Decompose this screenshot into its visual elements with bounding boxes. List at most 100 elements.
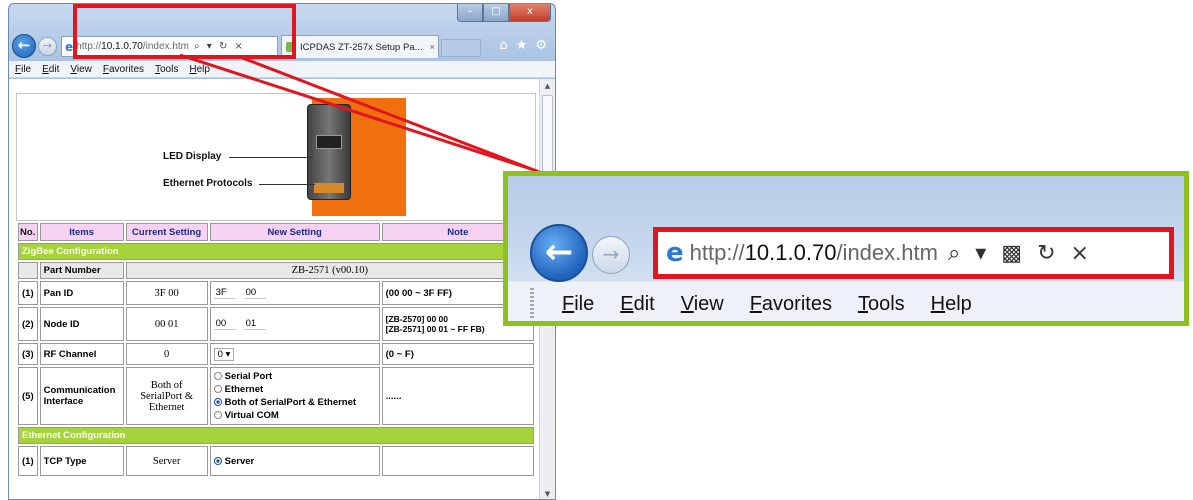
current-line: SerialPort & <box>140 390 194 402</box>
pan-id-high-input[interactable]: 3F <box>213 287 236 299</box>
terminal-block-icon <box>314 183 344 193</box>
settings-gear-icon[interactable]: ⚙ <box>535 38 547 53</box>
row-new: 00 01 <box>209 307 380 341</box>
row-item: TCP Type <box>39 446 124 476</box>
row-current: 00 01 <box>125 307 208 341</box>
row-no: (5) <box>18 367 38 425</box>
radio-both[interactable]: Both of SerialPort & Ethernet <box>213 396 376 409</box>
row-note: ...... <box>381 367 534 425</box>
row-no: (1) <box>18 281 38 305</box>
row-item: Node ID <box>39 307 124 341</box>
node-id-low-input[interactable]: 01 <box>243 318 266 330</box>
node-id-high-input[interactable]: 00 <box>213 318 236 330</box>
zoom-ie-icon: e <box>666 238 684 268</box>
radio-icon <box>213 372 222 380</box>
row-note <box>381 446 534 476</box>
tab-close-icon[interactable]: × <box>429 42 435 53</box>
part-number-value: ZB-2571 (v00.10) <box>125 262 534 279</box>
row-new: Server <box>209 446 380 476</box>
zoom-menu-help: Help <box>930 292 972 315</box>
row-item: RF Channel <box>39 343 124 365</box>
radio-label: Both of SerialPort & Ethernet <box>224 397 357 408</box>
page-content: LED Display Ethernet Protocols No. Items… <box>9 79 539 499</box>
section-zigbee: ZigBee Configuration <box>18 243 534 260</box>
radio-icon <box>213 385 222 393</box>
menu-view[interactable]: View <box>70 64 92 75</box>
close-window-button[interactable]: x <box>509 4 551 22</box>
address-highlight-box <box>73 4 296 59</box>
home-icon[interactable]: ⌂ <box>499 38 507 53</box>
maximize-button[interactable]: □ <box>483 4 509 22</box>
row-no: (2) <box>18 307 38 341</box>
row-item: Pan ID <box>39 281 124 305</box>
config-table: No. Items Current Setting New Setting No… <box>16 221 536 478</box>
col-current: Current Setting <box>125 223 208 241</box>
zoom-menu-edit: Edit <box>620 292 655 315</box>
radio-ethernet[interactable]: Ethernet <box>213 383 376 396</box>
setup-page: LED Display Ethernet Protocols No. Items… <box>16 93 536 478</box>
menu-help[interactable]: Help <box>189 64 210 75</box>
zoom-url-host: 10.1.0.70 <box>744 240 837 265</box>
zoom-menu-file: File <box>562 292 595 315</box>
led-pointer-line <box>229 157 313 158</box>
ethernet-protocols-label: Ethernet Protocols <box>163 178 253 189</box>
col-items: Items <box>39 223 124 241</box>
section-zigbee-title: ZigBee Configuration <box>18 243 534 260</box>
col-new: New Setting <box>209 223 380 241</box>
new-tab-button[interactable] <box>441 39 481 57</box>
device-image <box>307 104 351 200</box>
menu-tools[interactable]: Tools <box>155 64 178 75</box>
row-no: (1) <box>18 446 38 476</box>
row-item: Communication Interface <box>39 367 124 425</box>
section-ethernet-title: Ethernet Configuration <box>18 427 534 444</box>
tab-active[interactable]: ICPDAS ZT-257x Setup Pa... × <box>281 35 439 58</box>
toolbar-icons: ⌂ ★ ⚙ <box>499 38 547 53</box>
favorites-star-icon[interactable]: ★ <box>516 38 528 53</box>
row-current: 3F 00 <box>125 281 208 305</box>
radio-tcp-server[interactable]: Server <box>213 455 376 468</box>
radio-selected-icon <box>213 456 222 465</box>
minimize-button[interactable]: – <box>457 4 483 22</box>
current-line: Ethernet <box>148 401 185 413</box>
row-no: (3) <box>18 343 38 365</box>
forward-button[interactable]: → <box>38 37 57 56</box>
radio-serial-port[interactable]: Serial Port <box>213 370 376 383</box>
menu-file[interactable]: File <box>15 64 31 75</box>
menu-favorites[interactable]: Favorites <box>103 64 144 75</box>
scroll-down-icon[interactable]: ▼ <box>540 487 555 499</box>
zoom-menu-tools: Tools <box>857 292 905 315</box>
pan-id-low-input[interactable]: 00 <box>243 287 266 299</box>
radio-virtual-com[interactable]: Virtual COM <box>213 409 376 422</box>
zoom-menu-favorites: Favorites <box>749 292 832 315</box>
device-diagram: LED Display Ethernet Protocols <box>16 93 536 221</box>
table-row: (1) Pan ID 3F 00 3F 00 (00 00 ~ 3F FF) <box>18 281 534 305</box>
table-row: (2) Node ID 00 01 00 01 [ZB-2570] 00 00 [… <box>18 307 534 341</box>
col-no: No. <box>18 223 38 241</box>
zoom-address-tools-icons: ⌕ ▾ ▩ ↻ × <box>947 240 1093 266</box>
rf-channel-select[interactable]: 0 ▾ <box>213 347 235 361</box>
zoom-callout: ← → e http://10.1.0.70/index.htm ⌕ ▾ ▩ ↻… <box>503 171 1189 326</box>
menu-bar: File Edit View Favorites Tools Help <box>9 61 555 78</box>
ie-icon: e <box>65 39 74 54</box>
zoom-menu-view: View <box>680 292 724 315</box>
led-display-icon <box>316 135 342 149</box>
window-controls: – □ x <box>457 4 551 22</box>
ethernet-pointer-line <box>259 184 315 185</box>
table-row: (1) TCP Type Server Server <box>18 446 534 476</box>
zoom-forward-icon: → <box>592 236 630 274</box>
back-button[interactable]: ← <box>12 34 36 58</box>
radio-selected-icon <box>213 398 222 406</box>
scroll-up-icon[interactable]: ▲ <box>540 79 555 93</box>
item-line: Communication <box>43 385 116 396</box>
item-line: Interface <box>43 396 84 407</box>
zoom-menu-bar: File Edit View Favorites Tools Help <box>508 282 1184 321</box>
comm-interface-options: Serial Port Ethernet Both of SerialPort … <box>209 367 380 425</box>
led-display-label: LED Display <box>163 151 222 162</box>
menu-edit[interactable]: Edit <box>42 64 59 75</box>
cell-empty <box>18 262 38 279</box>
table-row: (5) Communication Interface Both of Seri… <box>18 367 534 425</box>
zoom-url-path: /index.htm <box>836 240 938 265</box>
table-row: (3) RF Channel 0 0 ▾ (0 ~ F) <box>18 343 534 365</box>
zoom-address-bar: e http://10.1.0.70/index.htm ⌕ ▾ ▩ ↻ × <box>653 227 1174 279</box>
row-note: (0 ~ F) <box>381 343 534 365</box>
